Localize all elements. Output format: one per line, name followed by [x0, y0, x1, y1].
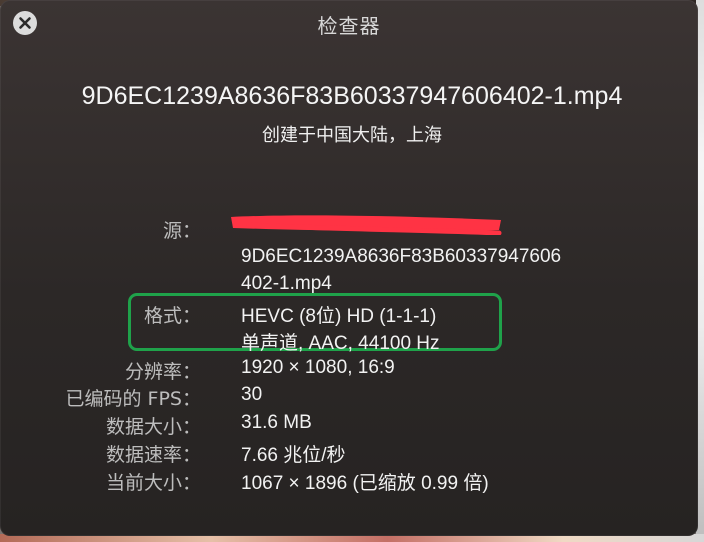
resolution-value: 1920 × 1080, 16:9: [241, 357, 395, 378]
resolution-label: 分辨率：: [124, 361, 201, 383]
file-name: 9D6EC1239A8636F83B60337947606402-1.mp4: [81, 82, 623, 110]
data-size-value: 31.6 MB: [241, 412, 312, 433]
source-value-line2: 402-1.mp4: [241, 273, 332, 294]
current-size-label: 当前大小：: [105, 472, 201, 494]
format-value-video: HEVC (8位) HD (1-1-1): [241, 306, 437, 327]
current-size-value: 1067 × 1896 (已缩放 0.99 倍): [241, 473, 489, 494]
format-label: 格式：: [143, 305, 201, 327]
fps-label: 已编码的 FPS：: [65, 388, 202, 410]
inspector-panel: 检查器 9D6EC1239A8636F83B60337947606402-1.m…: [0, 0, 698, 536]
source-value-line1: 9D6EC1239A8636F83B60337947606: [241, 246, 562, 267]
redaction-mark: [231, 215, 502, 235]
source-label: 源：: [162, 220, 201, 242]
format-value-audio: 单声道, AAC, 44100 Hz: [241, 333, 440, 354]
data-rate-value: 7.66 兆位/秒: [241, 445, 346, 466]
window-title: 检查器: [317, 14, 381, 38]
data-size-label: 数据大小：: [105, 416, 201, 438]
data-rate-label: 数据速率：: [105, 444, 201, 466]
fps-value: 30: [241, 384, 263, 405]
created-location: 创建于中国大陆，上海: [262, 125, 442, 146]
titlebar[interactable]: 检查器: [0, 0, 698, 44]
